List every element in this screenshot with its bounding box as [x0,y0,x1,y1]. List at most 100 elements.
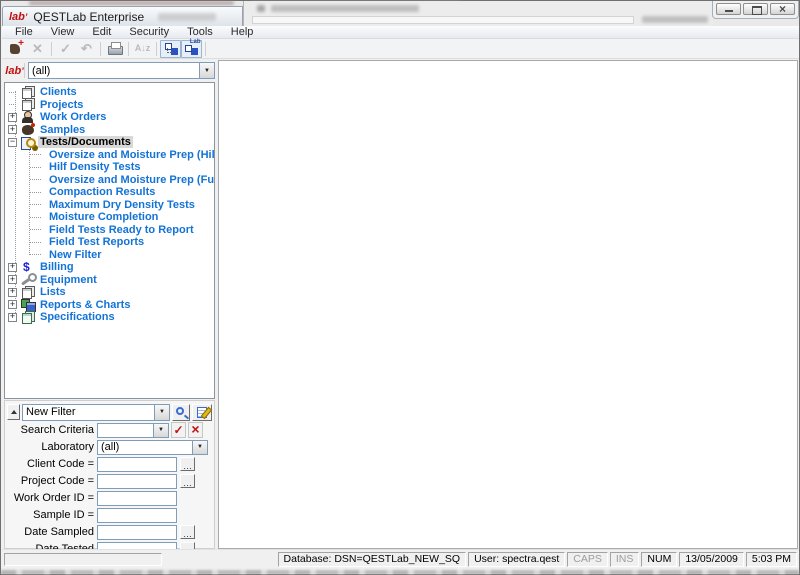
expand-icon[interactable] [8,125,17,134]
tree-item-label: Work Orders [38,111,108,123]
tree-connector [30,167,41,168]
tree-item-filter[interactable]: Oversize and Moisture Prep (Full) [5,174,214,187]
expand-icon[interactable] [8,275,17,284]
tree-item-specifications[interactable]: Specifications [5,311,214,324]
az-sort-icon: A↓z [135,44,151,53]
project-code-input[interactable] [97,474,177,489]
run-search-button[interactable] [172,404,190,421]
filter-fields: Search Criteria ▼ Laboratory (all) ▼ Cli… [5,422,214,558]
tree-item-filter[interactable]: Maximum Dry Density Tests [5,199,214,212]
search-criteria-row: Search Criteria ▼ [5,422,214,438]
browse-client-button[interactable] [180,457,195,471]
status-date: 13/05/2009 [679,552,744,567]
menu-help[interactable]: Help [222,26,263,39]
collapse-icon[interactable] [8,138,17,147]
scope-dropdown[interactable]: (all) ▼ [28,62,215,79]
tree-item-new-filter[interactable]: New Filter [5,249,214,262]
tree-view-button[interactable] [160,40,181,58]
tree-view-icon [164,42,178,55]
menu-edit[interactable]: Edit [83,26,120,39]
close-button[interactable] [770,3,795,15]
filter-label: Compaction Results [47,186,157,198]
expand-icon[interactable] [8,263,17,272]
tree-item-filter[interactable]: Compaction Results [5,186,214,199]
browse-project-button[interactable] [180,474,195,488]
tree-item-billing[interactable]: Billing [5,261,214,274]
title-bar: lab QESTLab Enterprise [2,6,243,26]
laboratory-dropdown[interactable]: (all) ▼ [97,440,208,455]
search-icon [176,407,184,415]
tree-item-filter[interactable]: Moisture Completion [5,211,214,224]
edit-filter-button[interactable] [192,404,212,421]
undo-button[interactable]: ↶ [76,40,97,58]
tree-item-lists[interactable]: Lists [5,286,214,299]
tree-item-equipment[interactable]: Equipment [5,274,214,287]
chevron-down-icon[interactable]: ▼ [192,441,207,454]
tree-item-filter[interactable]: Field Tests Ready to Report [5,224,214,237]
tree-item-projects[interactable]: Projects [5,99,214,112]
tree-item-label: Projects [38,99,85,111]
filter-panel: New Filter ▼ Search Criteria ▼ Laborator… [4,400,215,549]
scope-dropdown-value: (all) [29,65,199,77]
work-order-id-row: Work Order ID = [5,490,214,506]
wrench-icon [20,273,36,286]
redacted-text [158,13,216,21]
date-sampled-input[interactable] [97,525,177,540]
work-order-id-input[interactable] [97,491,177,506]
tree-item-clients[interactable]: Clients [5,86,214,99]
search-criteria-dropdown[interactable]: ▼ [97,423,169,438]
expand-icon[interactable] [8,313,17,322]
print-button[interactable] [104,40,125,58]
window-title: QESTLab Enterprise [33,10,144,24]
tree-connector [30,154,41,155]
lab-tree-view-button[interactable] [181,40,202,58]
tree-item-work-orders[interactable]: Work Orders [5,111,214,124]
menu-tools[interactable]: Tools [178,26,222,39]
lab-tree-view-icon [184,42,200,55]
menu-bar: File View Edit Security Tools Help [2,26,799,39]
tree-item-tests-documents[interactable]: Tests/Documents [5,136,214,149]
az-sort-button[interactable]: A↓z [132,40,153,58]
chevron-down-icon[interactable]: ▼ [199,63,214,78]
scope-row: lab (all) ▼ [5,62,215,79]
confirm-button[interactable]: ✓ [55,40,76,58]
filter-dropdown-value: New Filter [23,406,154,418]
chevron-down-icon[interactable]: ▼ [154,405,169,420]
chevron-down-icon[interactable]: ▼ [153,424,168,437]
tree-item-filter[interactable]: Hilf Density Tests [5,161,214,174]
expand-icon[interactable] [8,113,17,122]
expand-icon[interactable] [8,288,17,297]
redacted-checkbox [257,5,265,12]
tree-connector [30,242,41,243]
expand-icon[interactable] [8,300,17,309]
minimize-button[interactable] [716,3,741,15]
status-ins: INS [610,552,640,567]
sample-id-row: Sample ID = [5,507,214,523]
filter-label: Oversize and Moisture Prep (Full) [47,174,215,186]
tree-item-label: Reports & Charts [38,299,132,311]
client-code-input[interactable] [97,457,177,472]
maximize-button[interactable] [743,3,768,15]
filter-dropdown[interactable]: New Filter ▼ [22,404,170,421]
tree-connector [30,179,41,180]
tree-item-samples[interactable]: Samples [5,124,214,137]
tree-item-filter[interactable]: Oversize and Moisture Prep (Hilf) [5,149,214,162]
menu-file[interactable]: File [6,26,42,39]
documents-icon [20,286,36,299]
toolbar-separator [51,42,52,56]
delete-button[interactable]: ✕ [27,40,48,58]
new-item-button[interactable] [6,40,27,58]
menu-view[interactable]: View [42,26,84,39]
status-num: NUM [641,552,677,567]
clear-criteria-button[interactable] [188,422,203,438]
search-documents-icon [20,136,36,149]
date-sampled-picker-button[interactable] [180,525,195,539]
tree-item-filter[interactable]: Field Test Reports [5,236,214,249]
tree-connector [30,254,41,255]
apply-criteria-button[interactable] [171,422,186,438]
tree-item-reports-charts[interactable]: Reports & Charts [5,299,214,312]
menu-security[interactable]: Security [120,26,178,39]
collapse-filter-button[interactable] [7,404,20,420]
sample-id-input[interactable] [97,508,177,523]
filter-label: Maximum Dry Density Tests [47,199,197,211]
